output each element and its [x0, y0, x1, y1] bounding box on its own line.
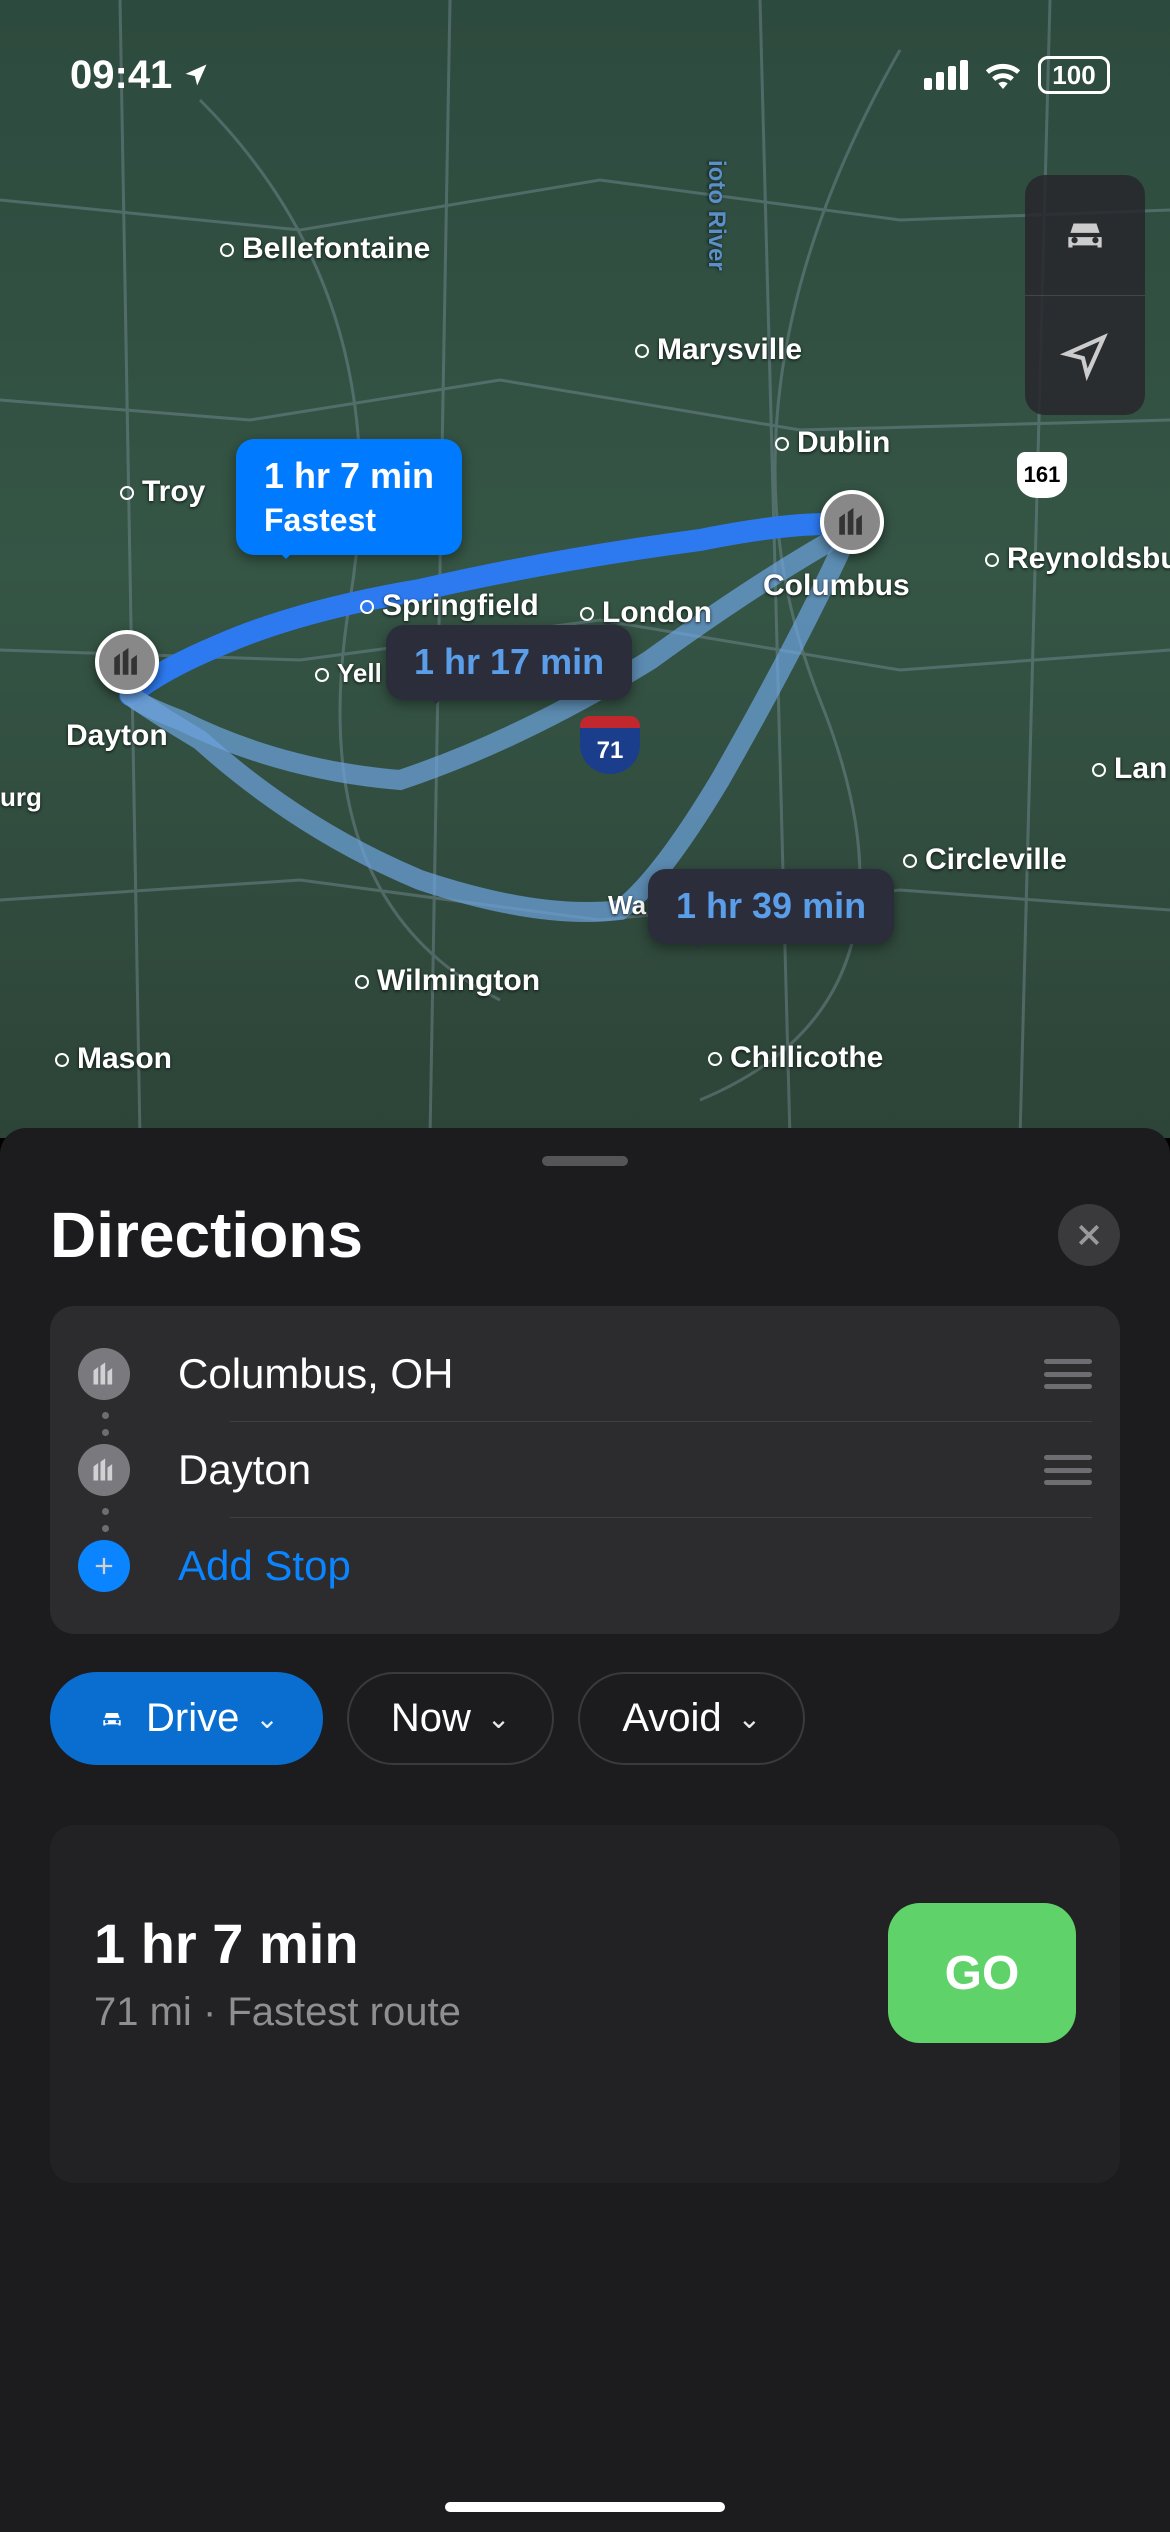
status-bar: 09:41 100 — [0, 0, 1170, 130]
city-bellefontaine: Bellefontaine — [220, 232, 430, 266]
stop-origin-label: Columbus, OH — [178, 1350, 1044, 1398]
directions-sheet[interactable]: Directions Columbus, OH Dayton — [0, 1128, 1170, 2532]
route-badge-alt1[interactable]: 1 hr 17 min — [386, 625, 632, 700]
city-reynoldsburg: Reynoldsbur — [985, 542, 1170, 576]
stop-destination-label: Dayton — [178, 1446, 1044, 1494]
mode-label: Drive — [146, 1696, 239, 1741]
close-button[interactable] — [1058, 1204, 1120, 1266]
drag-handle-icon[interactable] — [1044, 1359, 1092, 1389]
sheet-title: Directions — [50, 1198, 363, 1272]
city-lan: Lan — [1092, 752, 1167, 786]
city-dayton: Dayton — [66, 719, 168, 753]
stops-card: Columbus, OH Dayton Add Stop — [50, 1306, 1120, 1634]
city-icon — [78, 1444, 130, 1496]
go-label: GO — [945, 1946, 1020, 2001]
shield-i71: 71 — [580, 716, 640, 774]
stop-destination-row[interactable]: Dayton — [50, 1422, 1120, 1518]
city-wilmington: Wilmington — [355, 964, 540, 998]
locate-me-button[interactable] — [1025, 295, 1145, 415]
route-card-time: 1 hr 7 min — [94, 1911, 461, 1976]
route-card-sub: 71 mi · Fastest route — [94, 1990, 461, 2035]
home-indicator[interactable] — [445, 2502, 725, 2512]
city-mason: Mason — [55, 1042, 172, 1076]
chevron-down-icon: ⌄ — [255, 1702, 278, 1735]
route-distance: 71 mi — [94, 1990, 192, 2034]
city-urg: urg — [0, 782, 42, 813]
route-time: 1 hr 17 min — [414, 639, 604, 686]
city-chillicothe: Chillicothe — [708, 1041, 883, 1075]
mode-pill[interactable]: Drive ⌄ — [50, 1672, 323, 1765]
map-canvas[interactable]: Bellefontaine Marysville Dublin Troy Spr… — [0, 0, 1170, 1138]
map-mode-button[interactable] — [1025, 175, 1145, 295]
battery-indicator: 100 — [1038, 56, 1110, 94]
sheet-grabber[interactable] — [542, 1156, 628, 1166]
cellular-icon — [924, 60, 968, 90]
chevron-down-icon: ⌄ — [738, 1702, 761, 1735]
avoid-pill[interactable]: Avoid ⌄ — [578, 1672, 805, 1765]
close-icon — [1074, 1220, 1104, 1250]
separator: · — [203, 1990, 227, 2034]
go-button[interactable]: GO — [888, 1903, 1076, 2043]
route-desc: Fastest route — [227, 1990, 460, 2034]
location-arrow-icon — [1060, 331, 1110, 381]
stop-origin-row[interactable]: Columbus, OH — [50, 1326, 1120, 1422]
drag-handle-icon[interactable] — [1044, 1455, 1092, 1485]
avoid-label: Avoid — [622, 1696, 721, 1741]
destination-pin[interactable] — [95, 630, 159, 694]
route-time: 1 hr 39 min — [676, 883, 866, 930]
route-badge-alt2[interactable]: 1 hr 39 min — [648, 869, 894, 944]
battery-text: 100 — [1052, 60, 1095, 91]
chevron-down-icon: ⌄ — [487, 1702, 510, 1735]
car-icon — [1060, 210, 1110, 260]
city-columbus: Columbus — [763, 569, 910, 603]
origin-pin[interactable] — [820, 490, 884, 554]
status-time: 09:41 — [70, 53, 210, 98]
wifi-icon — [984, 61, 1022, 89]
status-right: 100 — [924, 56, 1110, 94]
route-time: 1 hr 7 min — [264, 453, 434, 500]
city-marysville: Marysville — [635, 333, 802, 367]
city-springfield: Springfield — [360, 589, 539, 623]
route-card: 1 hr 7 min 71 mi · Fastest route GO — [50, 1825, 1120, 2183]
location-services-icon — [182, 61, 210, 89]
map-controls — [1025, 175, 1145, 415]
shield-161: 161 — [1017, 452, 1067, 498]
time-label: Now — [391, 1696, 471, 1741]
filter-row: Drive ⌄ Now ⌄ Avoid ⌄ — [0, 1634, 1170, 1765]
add-stop-label: Add Stop — [178, 1542, 1092, 1590]
city-icon — [78, 1348, 130, 1400]
city-dublin: Dublin — [775, 426, 890, 460]
plus-icon — [78, 1540, 130, 1592]
buildings-icon — [110, 645, 144, 679]
car-icon — [94, 1706, 130, 1732]
time-text: 09:41 — [70, 53, 172, 98]
time-pill[interactable]: Now ⌄ — [347, 1672, 555, 1765]
river-label: ioto River — [702, 160, 730, 271]
city-troy: Troy — [120, 475, 205, 509]
add-stop-row[interactable]: Add Stop — [50, 1518, 1120, 1614]
route-sub: Fastest — [264, 500, 434, 542]
route-badge-fastest[interactable]: 1 hr 7 min Fastest — [236, 439, 462, 555]
city-circleville: Circleville — [903, 843, 1067, 877]
city-yell: Yell — [315, 658, 382, 689]
buildings-icon — [835, 505, 869, 539]
